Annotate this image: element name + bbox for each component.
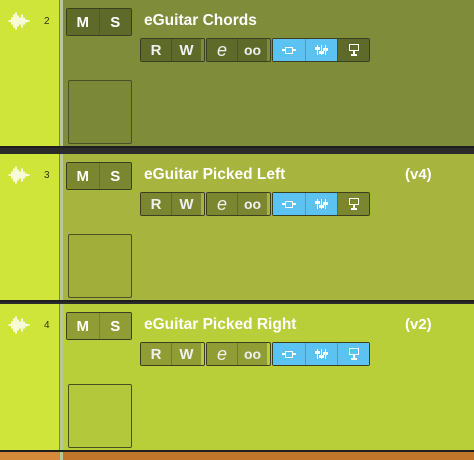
track-header[interactable]: 4 M S eGuitar Picked Right (v2) R W e oo [0,304,474,452]
link-button[interactable]: oo [237,343,267,365]
edit-link-group: e oo [206,192,271,216]
monitor-group [272,192,370,216]
edit-channel-button[interactable]: e [207,343,237,365]
track-name[interactable]: eGuitar Picked Left [144,166,285,184]
link-button[interactable]: oo [237,193,267,215]
input-icon[interactable] [273,39,305,61]
monitor-screen-icon[interactable] [337,193,369,215]
track-number: 2 [44,16,50,27]
sliders-icon[interactable] [305,193,337,215]
solo-button[interactable]: S [98,163,131,189]
mute-button[interactable]: M [67,313,99,339]
monitor-group [272,342,370,366]
write-automation-button[interactable]: W [171,193,201,215]
track-header[interactable]: 2 M S eGuitar Chords R W e oo [0,0,474,148]
monitor-group [272,38,370,62]
sliders-icon[interactable] [305,343,337,365]
read-automation-button[interactable]: R [141,39,171,61]
link-button[interactable]: oo [237,39,267,61]
lane-divider [60,452,63,460]
track-version: (v2) [405,316,432,333]
edit-channel-button[interactable]: e [207,193,237,215]
monitor-screen-icon[interactable] [337,343,369,365]
track-list: 2 M S eGuitar Chords R W e oo 3 M S eGui… [0,0,474,460]
track-number: 4 [44,320,50,331]
track-name[interactable]: eGuitar Picked Right [144,316,296,334]
track-color-lane[interactable]: 3 [0,154,60,300]
track-body[interactable]: M S eGuitar Picked Left (v4) R W e oo [63,154,474,300]
edit-link-group: e oo [206,342,271,366]
mute-button[interactable]: M [67,9,99,35]
input-icon[interactable] [273,193,305,215]
read-automation-button[interactable]: R [141,193,171,215]
track-thumbnail-pad[interactable] [68,80,132,144]
solo-button[interactable]: S [98,9,131,35]
track-color-lane[interactable]: 4 [0,304,60,450]
mute-solo-group: M S [66,162,132,190]
track-body[interactable]: M S eGuitar Picked Right (v2) R W e oo [63,304,474,450]
track-number: 3 [44,170,50,181]
read-automation-button[interactable]: R [141,343,171,365]
mute-solo-group: M S [66,312,132,340]
automation-rw-group: R W [140,192,205,216]
write-automation-button[interactable]: W [171,39,201,61]
edit-link-group: e oo [206,38,271,62]
monitor-screen-icon[interactable] [337,39,369,61]
automation-rw-group: R W [140,342,205,366]
write-automation-button[interactable]: W [171,343,201,365]
track-header[interactable]: 3 M S eGuitar Picked Left (v4) R W e oo [0,154,474,302]
automation-rw-group: R W [140,38,205,62]
waveform-icon [8,12,30,30]
next-track-strip [0,452,474,460]
sliders-icon[interactable] [305,39,337,61]
mute-solo-group: M S [66,8,132,36]
solo-button[interactable]: S [98,313,131,339]
next-track-lane [0,452,60,460]
track-thumbnail-pad[interactable] [68,234,132,298]
track-body[interactable]: M S eGuitar Chords R W e oo [63,0,474,146]
track-thumbnail-pad[interactable] [68,384,132,448]
mute-button[interactable]: M [67,163,99,189]
track-version: (v4) [405,166,432,183]
edit-channel-button[interactable]: e [207,39,237,61]
input-icon[interactable] [273,343,305,365]
track-color-lane[interactable]: 2 [0,0,60,146]
track-name[interactable]: eGuitar Chords [144,12,257,30]
waveform-icon [8,166,30,184]
waveform-icon [8,316,30,334]
